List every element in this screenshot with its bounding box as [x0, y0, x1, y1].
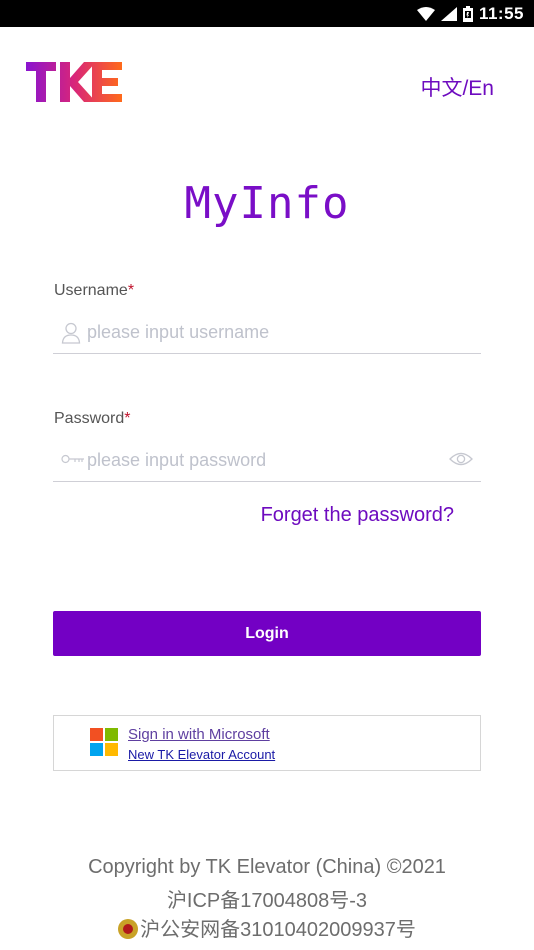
- login-button[interactable]: Login: [53, 611, 481, 656]
- police-badge-icon: [118, 919, 139, 939]
- status-icons: 11:55: [416, 0, 524, 27]
- eye-icon[interactable]: [449, 451, 473, 467]
- microsoft-signin-box: Sign in with Microsoft New TK Elevator A…: [53, 715, 481, 771]
- icp-link[interactable]: 沪ICP备17004808号-3: [0, 884, 534, 913]
- ms-square-green: [105, 728, 118, 741]
- password-input[interactable]: [87, 438, 437, 482]
- wifi-icon: [416, 6, 435, 21]
- battery-icon: [462, 5, 473, 22]
- status-bar: 11:55: [0, 0, 534, 27]
- password-label-text: Password: [54, 410, 125, 427]
- copyright-text: Copyright by TK Elevator (China) ©2021: [88, 856, 446, 878]
- ms-square-red: [90, 728, 103, 741]
- clock: 11:55: [478, 3, 524, 23]
- user-icon: [61, 322, 81, 344]
- sign-in-microsoft-link[interactable]: Sign in with Microsoft: [128, 726, 270, 743]
- tke-logo: [26, 62, 122, 102]
- key-icon: [61, 454, 84, 464]
- required-mark: *: [124, 410, 131, 427]
- app-title: MyInfo: [184, 178, 350, 229]
- username-field[interactable]: [53, 310, 481, 354]
- microsoft-logo-icon: [90, 728, 118, 756]
- police-record[interactable]: 沪公安网备31010402009937号: [0, 913, 534, 942]
- police-record-text: 沪公安网备31010402009937号: [140, 919, 416, 941]
- signal-icon: [440, 6, 457, 21]
- password-label: Password*: [54, 410, 130, 428]
- username-label: Username*: [54, 282, 134, 300]
- new-account-link[interactable]: New TK Elevator Account: [128, 747, 275, 762]
- username-label-text: Username: [54, 282, 128, 299]
- forget-password-link[interactable]: Forget the password?: [261, 504, 454, 527]
- required-mark: *: [127, 282, 135, 299]
- password-field[interactable]: [53, 438, 481, 482]
- ms-square-blue: [90, 743, 103, 756]
- language-toggle[interactable]: 中文/En: [420, 72, 494, 102]
- ms-square-yellow: [105, 743, 118, 756]
- username-input[interactable]: [87, 310, 437, 354]
